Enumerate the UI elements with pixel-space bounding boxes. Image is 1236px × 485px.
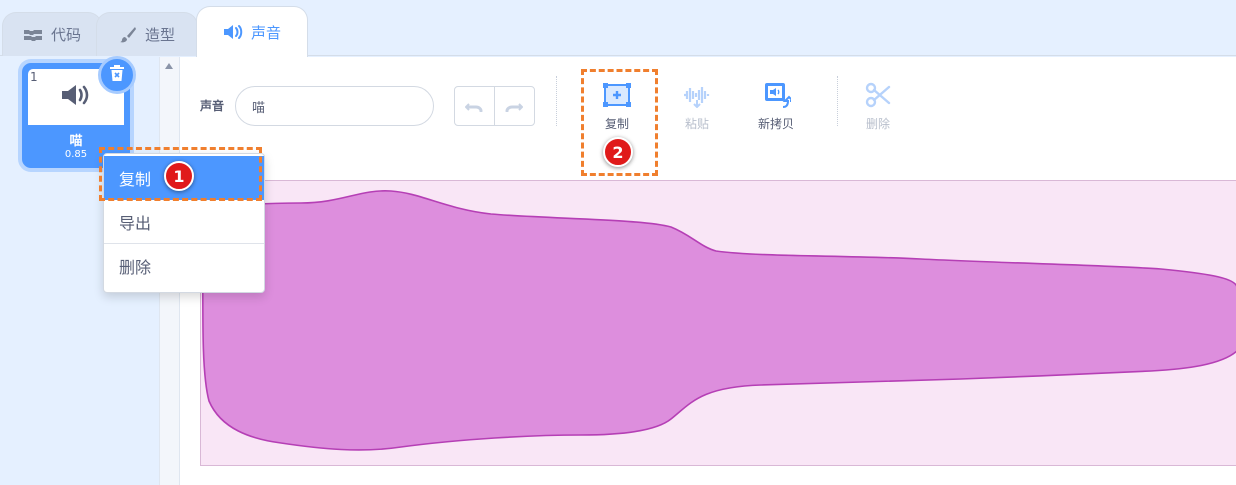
delete-sound-button[interactable]: [98, 56, 136, 94]
undo-button[interactable]: [455, 87, 495, 125]
tab-sound[interactable]: 声音: [196, 6, 308, 57]
speaker-icon: [61, 83, 91, 111]
copy-tool-label: 复制: [604, 117, 629, 131]
step-1-badge: 1: [164, 161, 194, 191]
copy-icon: [602, 82, 632, 111]
code-blocks-icon: [23, 28, 43, 42]
sound-item-name: 喵: [69, 134, 83, 149]
speaker-icon: [223, 24, 243, 40]
sound-name-label: 声音: [200, 99, 225, 113]
tab-code[interactable]: 代码: [2, 12, 102, 56]
context-menu-export[interactable]: 导出: [104, 200, 264, 244]
delete-tool-button[interactable]: 删除: [842, 80, 914, 132]
brush-icon: [119, 26, 137, 44]
copy-tool-button[interactable]: 复制: [581, 80, 653, 132]
tab-code-label: 代码: [50, 26, 81, 44]
new-copy-icon: [761, 81, 796, 112]
scissors-icon: [864, 81, 892, 112]
editor-tab-bar: 代码 造型 声音: [0, 0, 1236, 57]
paste-tool-button[interactable]: 粘贴: [661, 80, 733, 132]
sound-item-index: 1: [30, 70, 38, 84]
waveform-area[interactable]: [200, 180, 1236, 466]
tab-costume-label: 造型: [144, 26, 175, 44]
sound-name-input[interactable]: [235, 86, 434, 126]
undo-redo-group: [454, 86, 535, 126]
scroll-up-arrow-icon[interactable]: [165, 63, 173, 69]
trash-icon: [109, 64, 125, 86]
paste-tool-label: 粘贴: [684, 117, 709, 131]
toolbar-divider: [556, 76, 557, 126]
step-2-badge: 2: [603, 137, 633, 167]
tab-sound-label: 声音: [250, 23, 281, 42]
tab-costume[interactable]: 造型: [96, 12, 198, 56]
redo-button[interactable]: [495, 87, 535, 125]
paste-icon: [682, 82, 712, 111]
redo-icon: [505, 97, 524, 116]
new-copy-tool-button[interactable]: 新拷贝: [740, 80, 812, 132]
new-copy-tool-label: 新拷贝: [757, 117, 794, 131]
context-menu-delete[interactable]: 删除: [104, 244, 264, 288]
delete-tool-label: 删除: [865, 117, 890, 131]
undo-icon: [464, 97, 483, 116]
toolbar-divider: [837, 76, 838, 126]
waveform: [201, 190, 1236, 451]
